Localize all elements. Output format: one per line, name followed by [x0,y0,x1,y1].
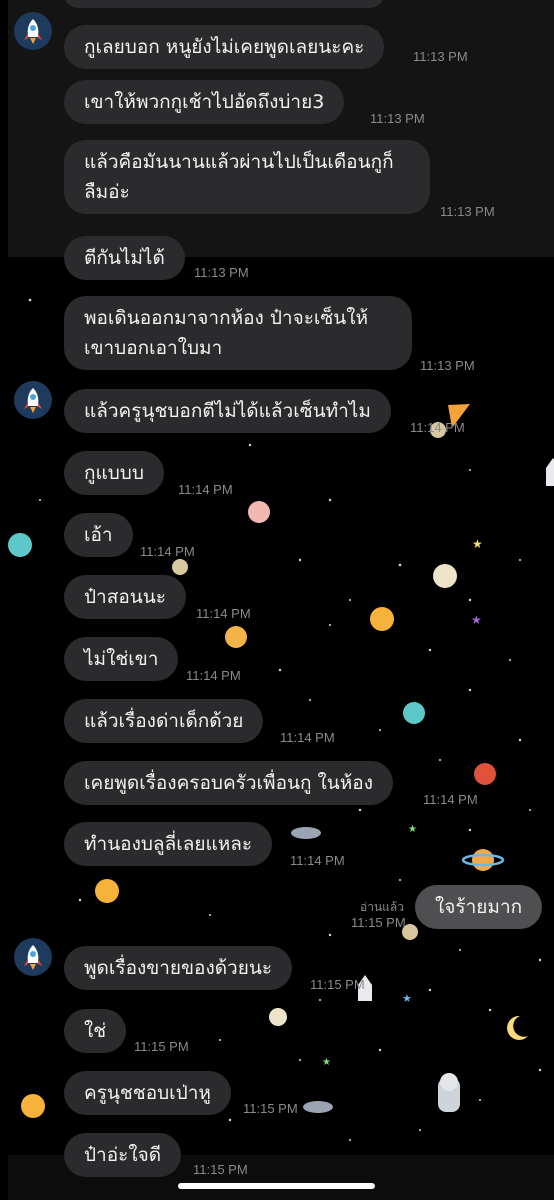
svg-text:★: ★ [472,537,483,551]
rocket-icon [24,19,42,44]
received-message[interactable]: เขาให้พวกกูเช้าไปอัดถึงบ่าย3 [64,80,345,124]
received-message[interactable]: แล้วครูนุชบอกตีไม่ได้แล้วเซ็นทำไม [64,389,391,433]
partial-message-bubble [64,0,384,8]
received-message[interactable]: กูแบบบ [64,451,164,495]
received-message[interactable]: พูดเรื่องขายของด้วยนะ [64,946,293,990]
message-time: 11:15 PM [243,1101,298,1116]
svg-text:★: ★ [322,1057,331,1068]
received-message[interactable]: แล้วเรื่องด่าเด็กด้วย [64,699,264,743]
message-time: 11:13 PM [370,111,425,126]
received-message[interactable]: แล้วคือมันนานแล้วผ่านไปเป็นเดือนกูก็ลืมอ… [64,140,430,214]
contact-avatar[interactable] [14,381,52,419]
rocket-icon [24,945,42,970]
message-time: 11:14 PM [196,606,251,621]
message-time: 11:13 PM [420,358,475,373]
received-message[interactable]: กูเลยบอก หนูยังไม่เคยพูดเลยนะคะ [64,25,385,69]
message-time: 11:14 PM [280,730,335,745]
svg-text:★: ★ [471,613,482,627]
received-message[interactable]: ตีกันไม่ได้ [64,236,185,280]
received-message[interactable]: ทำนองบลูลี่เลยแหละ [64,822,273,866]
svg-text:★: ★ [402,992,412,1005]
received-message[interactable]: ป๋าสอนนะ [64,575,186,619]
message-time: 11:15 PM [310,977,365,992]
received-message[interactable]: ป๋าอ่ะใจดี [64,1133,182,1177]
rocket-icon [24,388,42,413]
message-time: 11:15 PM [351,915,406,930]
contact-avatar[interactable] [14,938,52,976]
contact-avatar[interactable] [14,12,52,50]
svg-text:★: ★ [408,824,417,835]
received-message[interactable]: ครูนุชชอบเป่าหู [64,1071,231,1115]
received-message[interactable]: ใช่ [64,1009,127,1053]
message-time: 11:15 PM [134,1039,189,1054]
message-time: 11:14 PM [290,853,345,868]
message-time: 11:14 PM [423,792,478,807]
message-time: 11:13 PM [440,204,495,219]
message-time: 11:14 PM [410,420,465,435]
message-time: 11:13 PM [194,265,249,280]
message-time: 11:14 PM [178,482,233,497]
received-message[interactable]: เคยพูดเรื่องครอบครัวเพื่อนกู ในห้อง [64,761,393,805]
sent-message[interactable]: ใจร้ายมาก [415,885,543,929]
received-message[interactable]: พอเดินออกมาจากห้อง ป๋าจะเซ็นให้ เขาบอกเอ… [64,296,412,370]
message-time: 11:14 PM [186,668,241,683]
message-time: 11:13 PM [413,49,468,64]
received-message[interactable]: เอ้า [64,513,133,557]
received-message[interactable]: ไม่ใช่เขา [64,637,179,681]
message-time: 11:14 PM [140,544,195,559]
home-indicator[interactable] [178,1183,375,1189]
message-time: 11:15 PM [193,1162,248,1177]
